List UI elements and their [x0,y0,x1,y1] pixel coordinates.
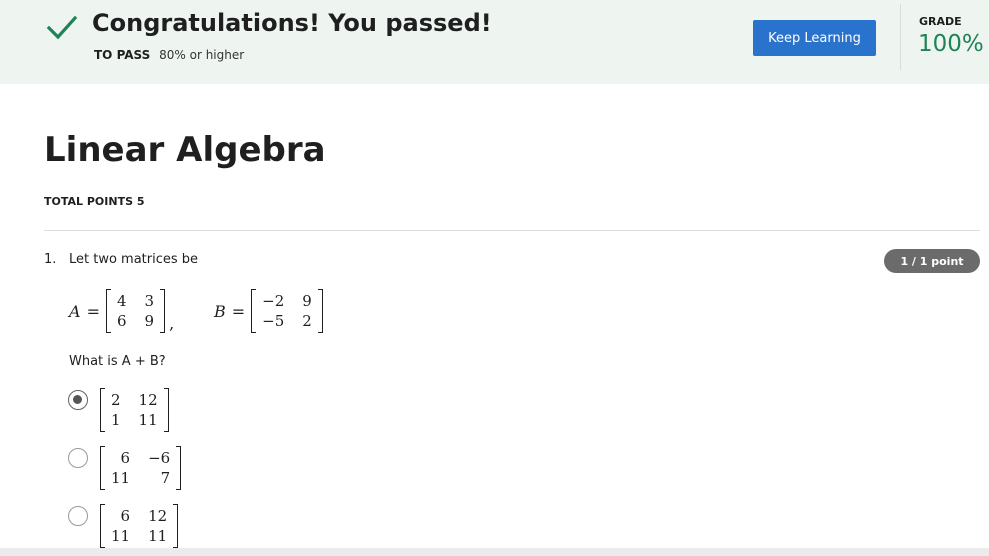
comma: , [169,314,175,333]
option-1-matrix[interactable]: 2 12 1 11 [100,388,169,432]
option-2-matrix[interactable]: 6 −6 11 7 [100,446,182,490]
matrix-cell: 1 [111,411,121,429]
matrix-cell: 11 [111,527,131,545]
result-banner: Congratulations! You passed! TO PASS 80%… [0,0,989,84]
matrix-b-label: B [214,301,226,321]
matrix-cell: 2 [302,312,312,330]
matrix-cell: 9 [302,292,312,310]
result-title: Congratulations! You passed! [92,9,492,37]
quiz-title: Linear Algebra [44,130,326,170]
pass-value: 80% or higher [159,48,245,62]
matrix-cell: 3 [144,292,155,310]
check-icon [46,15,78,40]
matrix-cell: 2 [111,391,121,409]
keep-learning-button[interactable]: Keep Learning [753,20,876,56]
matrix-cell: 4 [116,292,127,310]
matrix-cell: −6 [148,449,171,467]
matrix-cell: 12 [138,391,158,409]
matrix-b-definition: B = −2 9 −5 2 [214,289,323,333]
matrix-cell: 6 [120,507,131,525]
pass-label: TO PASS [94,48,151,62]
banner-divider [900,4,901,70]
matrix-cell: 7 [160,469,171,487]
matrix-b: −2 9 −5 2 [251,289,323,333]
option-2-radio[interactable] [68,448,88,468]
matrix-cell: 12 [148,507,168,525]
matrix-cell: 9 [144,312,155,330]
divider [44,230,980,231]
question-number: 1. [44,252,57,267]
points-badge: 1 / 1 point [884,249,980,273]
matrix-cell: 6 [120,449,131,467]
option-1-radio[interactable] [68,390,88,410]
matrix-cell: 6 [116,312,127,330]
bottom-strip [0,548,989,556]
question-prompt: Let two matrices be [69,252,199,267]
question-ask: What is A + B? [69,354,166,369]
grade-label: GRADE [919,15,962,28]
matrix-a-label: A [69,301,81,321]
grade-value: 100% [918,31,984,57]
matrix-a-definition: A = 4369 , [69,289,174,333]
equals-sign: = [86,301,100,321]
matrix-cell: 11 [138,411,158,429]
matrix-cell: 11 [111,469,131,487]
matrix-cell: 11 [148,527,168,545]
matrix-cell: −2 [262,292,285,310]
option-3-radio[interactable] [68,506,88,526]
matrix-cell: −5 [262,312,285,330]
equals-sign: = [231,301,246,321]
matrix-a: 4369 [105,289,166,333]
total-points: TOTAL POINTS 5 [44,195,145,208]
pass-requirement: TO PASS 80% or higher [94,48,244,62]
option-3-matrix[interactable]: 6 12 11 11 [100,504,179,548]
